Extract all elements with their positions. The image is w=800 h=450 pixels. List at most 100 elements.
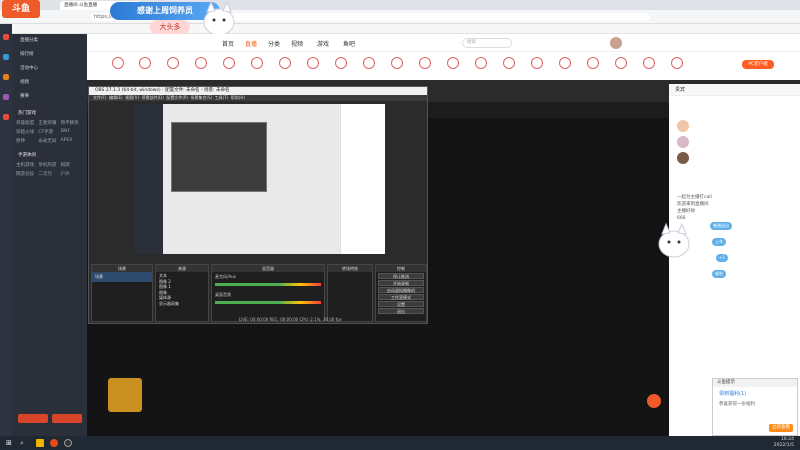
popup-body: 恭喜获得一份福利 [719, 402, 755, 407]
mic-volume-meter[interactable] [215, 283, 321, 286]
obs-menu-help[interactable]: 帮助(H) [231, 95, 245, 100]
mobile-client-button[interactable] [52, 414, 82, 423]
category-icon[interactable] [139, 57, 151, 69]
game-link[interactable]: CF手游 [38, 129, 60, 135]
game-link[interactable]: 主机游戏 [16, 162, 38, 168]
category-icon[interactable] [251, 57, 263, 69]
sidebar-item-events[interactable]: 活动中心 [12, 62, 87, 76]
nested-obs-preview [171, 122, 267, 192]
app-icon[interactable] [3, 74, 9, 80]
sidebar-item-label: 排行榜 [20, 52, 34, 57]
category-icon[interactable] [279, 57, 291, 69]
game-link[interactable]: 二次元 [38, 171, 60, 177]
sidebar-item-rank[interactable]: 排行榜 [12, 48, 87, 62]
category-icon[interactable] [643, 57, 655, 69]
obs-menu-edit[interactable]: 编辑(E) [109, 95, 123, 100]
game-link[interactable]: 穿越火线 [16, 129, 38, 135]
nav-video[interactable]: 视频 [291, 39, 303, 48]
site-sidebar: 直播分类 排行榜 活动中心 视频 赛事 热门游戏 英雄联盟 王者荣耀 和平精英 … [12, 34, 87, 436]
category-icon[interactable] [223, 57, 235, 69]
obs-menu-tools[interactable]: 工具(T) [215, 95, 229, 100]
game-link[interactable]: 网游竞技 [16, 171, 38, 177]
nav-forum[interactable]: 鱼吧 [343, 39, 355, 48]
avatar[interactable] [677, 136, 689, 148]
preview-chat [340, 104, 385, 254]
studio-mode-button[interactable]: 工作室模式 [378, 294, 424, 300]
obs-menu-profile[interactable]: 配置文件(P) [166, 95, 188, 100]
nav-home[interactable]: 首页 [222, 39, 234, 48]
gift-pill: 上车 [712, 238, 726, 246]
search-icon[interactable]: ⌕ [20, 439, 24, 448]
obs-icon[interactable] [64, 439, 72, 447]
clock-date: 2022/1/5 [773, 443, 794, 448]
category-icon[interactable] [475, 57, 487, 69]
game-link[interactable]: 永劫无间 [38, 138, 60, 144]
category-icon[interactable] [167, 57, 179, 69]
search-input[interactable]: 搜索 [462, 38, 512, 48]
category-icon[interactable] [307, 57, 319, 69]
obs-window: OBS 27.1.3 (64-bit, windows) - 配置文件: 未命名… [88, 86, 428, 324]
game-link[interactable]: 单机热游 [38, 162, 60, 168]
app-icon[interactable] [3, 34, 9, 40]
game-link[interactable]: 户外 [61, 171, 83, 177]
avatar[interactable] [677, 152, 689, 164]
file-explorer-icon[interactable] [36, 439, 44, 447]
sidebar-item-esports[interactable]: 赛事 [12, 90, 87, 104]
app-icon[interactable] [3, 114, 9, 120]
source-item[interactable]: 显示器采集 [159, 301, 205, 307]
gift-pill-text: 福利 [715, 271, 723, 276]
category-icon[interactable] [419, 57, 431, 69]
obs-mixer-panel: 混音器 麦克风/Aux 桌面音频 [211, 264, 325, 322]
popup-action-button[interactable]: 立即查看 [769, 424, 793, 432]
event-badge-icon[interactable] [108, 378, 142, 412]
game-link[interactable]: 和平精英 [61, 120, 83, 126]
category-icon[interactable] [559, 57, 571, 69]
category-icon[interactable] [587, 57, 599, 69]
category-icon[interactable] [447, 57, 459, 69]
nav-category[interactable]: 分类 [268, 39, 280, 48]
category-icon[interactable] [112, 57, 124, 69]
windows-start-icon[interactable]: ⊞ [6, 439, 12, 447]
obs-menu-view[interactable]: 视图(V) [125, 95, 139, 100]
game-link[interactable]: DNF [61, 129, 83, 135]
chat-tab-vip[interactable]: 贵宾 [669, 84, 800, 96]
pc-client-button[interactable]: PC客户端 [742, 60, 774, 69]
avatar[interactable] [677, 120, 689, 132]
game-link[interactable]: 棋牌 [61, 162, 83, 168]
nav-games[interactable]: 游戏 [317, 39, 329, 48]
obs-menu-scene-collection[interactable]: 场景集合(S) [190, 95, 212, 100]
scene-item[interactable]: 场景 [92, 272, 152, 282]
game-link[interactable]: 原神 [16, 138, 38, 144]
download-client-button[interactable] [18, 414, 48, 423]
game-link[interactable]: 王者荣耀 [38, 120, 60, 126]
virtual-camera-button[interactable]: 启动虚拟摄像机 [378, 287, 424, 293]
app-icon[interactable] [3, 54, 9, 60]
obs-preview[interactable] [135, 104, 385, 254]
category-icon[interactable] [195, 57, 207, 69]
stop-streaming-button[interactable]: 停止推流 [378, 273, 424, 279]
category-icon[interactable] [391, 57, 403, 69]
sidebar-game-grid: 主机游戏 单机热游 棋牌 网游竞技 二次元 户外 [12, 160, 87, 179]
desktop-volume-meter[interactable] [215, 301, 321, 304]
category-icon[interactable] [615, 57, 627, 69]
game-link[interactable]: 英雄联盟 [16, 120, 38, 126]
app-icon[interactable] [3, 94, 9, 100]
category-icon[interactable] [503, 57, 515, 69]
settings-button[interactable]: 设置 [378, 301, 424, 307]
obs-menu-file[interactable]: 文件(F) [93, 95, 106, 100]
category-icon[interactable] [363, 57, 375, 69]
start-recording-button[interactable]: 开始录制 [378, 280, 424, 286]
category-icon[interactable] [671, 57, 683, 69]
obs-menu-docks[interactable]: 停靠部件(D) [142, 95, 164, 100]
nav-live[interactable]: 直播 [245, 39, 257, 48]
sidebar-item-categories[interactable]: 直播分类 [12, 34, 87, 48]
system-clock[interactable]: 16:24 2022/1/5 [774, 437, 794, 449]
game-link[interactable]: APEX [61, 138, 83, 144]
category-icon[interactable] [335, 57, 347, 69]
sidebar-item-video[interactable]: 视频 [12, 76, 87, 90]
avatar[interactable] [610, 37, 622, 49]
gift-icon[interactable] [647, 394, 661, 408]
category-icon[interactable] [531, 57, 543, 69]
exit-button[interactable]: 退出 [378, 308, 424, 314]
browser-icon[interactable] [50, 439, 58, 447]
